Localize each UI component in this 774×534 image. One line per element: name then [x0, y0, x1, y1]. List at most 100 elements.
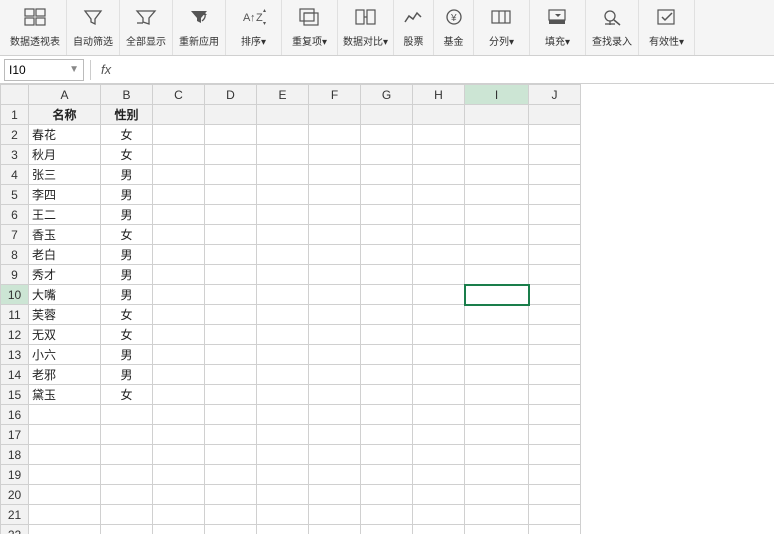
cell-E17[interactable] — [257, 425, 309, 445]
cell-A17[interactable] — [29, 425, 101, 445]
row-number-3[interactable]: 3 — [1, 145, 29, 165]
cell-H6[interactable] — [413, 205, 465, 225]
row-number-19[interactable]: 19 — [1, 465, 29, 485]
row-number-7[interactable]: 7 — [1, 225, 29, 245]
cell-E8[interactable] — [257, 245, 309, 265]
cell-A7[interactable]: 香玉 — [29, 225, 101, 245]
cell-E2[interactable] — [257, 125, 309, 145]
cell-B22[interactable] — [101, 525, 153, 534]
row-number-22[interactable]: 22 — [1, 525, 29, 534]
cell-I15[interactable] — [465, 385, 529, 405]
cell-G1[interactable] — [361, 105, 413, 125]
cell-C19[interactable] — [153, 465, 205, 485]
cell-J5[interactable] — [529, 185, 581, 205]
cell-C5[interactable] — [153, 185, 205, 205]
cell-C16[interactable] — [153, 405, 205, 425]
cell-H12[interactable] — [413, 325, 465, 345]
cell-F5[interactable] — [309, 185, 361, 205]
cell-J16[interactable] — [529, 405, 581, 425]
cell-B14[interactable]: 男 — [101, 365, 153, 385]
cell-A1[interactable]: 名称 — [29, 105, 101, 125]
cell-D14[interactable] — [205, 365, 257, 385]
cell-B2[interactable]: 女 — [101, 125, 153, 145]
toolbar-auto-filter[interactable]: 自动筛选 — [67, 0, 120, 55]
cell-C4[interactable] — [153, 165, 205, 185]
cell-H8[interactable] — [413, 245, 465, 265]
cell-J7[interactable] — [529, 225, 581, 245]
col-header-h[interactable]: H — [413, 85, 465, 105]
cell-J11[interactable] — [529, 305, 581, 325]
cell-E9[interactable] — [257, 265, 309, 285]
cell-B1[interactable]: 性别 — [101, 105, 153, 125]
cell-D17[interactable] — [205, 425, 257, 445]
cell-E4[interactable] — [257, 165, 309, 185]
cell-G15[interactable] — [361, 385, 413, 405]
cell-J15[interactable] — [529, 385, 581, 405]
cell-F17[interactable] — [309, 425, 361, 445]
cell-B6[interactable]: 男 — [101, 205, 153, 225]
cell-G12[interactable] — [361, 325, 413, 345]
col-header-c[interactable]: C — [153, 85, 205, 105]
cell-G16[interactable] — [361, 405, 413, 425]
cell-F16[interactable] — [309, 405, 361, 425]
toolbar-reapply[interactable]: 重新应用 — [173, 0, 226, 55]
cell-ref-dropdown-icon[interactable]: ▼ — [69, 64, 79, 75]
cell-D10[interactable] — [205, 285, 257, 305]
cell-G9[interactable] — [361, 265, 413, 285]
row-number-6[interactable]: 6 — [1, 205, 29, 225]
cell-B13[interactable]: 男 — [101, 345, 153, 365]
col-header-e[interactable]: E — [257, 85, 309, 105]
cell-G17[interactable] — [361, 425, 413, 445]
cell-C15[interactable] — [153, 385, 205, 405]
cell-H4[interactable] — [413, 165, 465, 185]
col-header-g[interactable]: G — [361, 85, 413, 105]
row-number-18[interactable]: 18 — [1, 445, 29, 465]
cell-B17[interactable] — [101, 425, 153, 445]
cell-E14[interactable] — [257, 365, 309, 385]
cell-B11[interactable]: 女 — [101, 305, 153, 325]
toolbar-split-col[interactable]: 分列▾ — [474, 0, 530, 55]
toolbar-duplicate[interactable]: 重复项▾ — [282, 0, 338, 55]
row-number-8[interactable]: 8 — [1, 245, 29, 265]
cell-F7[interactable] — [309, 225, 361, 245]
row-number-4[interactable]: 4 — [1, 165, 29, 185]
cell-C13[interactable] — [153, 345, 205, 365]
cell-C18[interactable] — [153, 445, 205, 465]
row-number-2[interactable]: 2 — [1, 125, 29, 145]
cell-I18[interactable] — [465, 445, 529, 465]
cell-C1[interactable] — [153, 105, 205, 125]
cell-F14[interactable] — [309, 365, 361, 385]
cell-D11[interactable] — [205, 305, 257, 325]
cell-C7[interactable] — [153, 225, 205, 245]
cell-J19[interactable] — [529, 465, 581, 485]
cell-E22[interactable] — [257, 525, 309, 534]
cell-D19[interactable] — [205, 465, 257, 485]
cell-B19[interactable] — [101, 465, 153, 485]
cell-F4[interactable] — [309, 165, 361, 185]
cell-J22[interactable] — [529, 525, 581, 534]
cell-G22[interactable] — [361, 525, 413, 534]
cell-B15[interactable]: 女 — [101, 385, 153, 405]
cell-I10[interactable] — [465, 285, 529, 305]
cell-J17[interactable] — [529, 425, 581, 445]
cell-J1[interactable] — [529, 105, 581, 125]
cell-B5[interactable]: 男 — [101, 185, 153, 205]
cell-E6[interactable] — [257, 205, 309, 225]
toolbar-data-compare[interactable]: 数据对比▾ — [338, 0, 394, 55]
cell-I8[interactable] — [465, 245, 529, 265]
cell-G11[interactable] — [361, 305, 413, 325]
cell-F13[interactable] — [309, 345, 361, 365]
cell-D20[interactable] — [205, 485, 257, 505]
col-header-d[interactable]: D — [205, 85, 257, 105]
cell-C9[interactable] — [153, 265, 205, 285]
cell-H9[interactable] — [413, 265, 465, 285]
cell-J14[interactable] — [529, 365, 581, 385]
cell-C17[interactable] — [153, 425, 205, 445]
cell-E15[interactable] — [257, 385, 309, 405]
cell-A22[interactable] — [29, 525, 101, 534]
cell-F10[interactable] — [309, 285, 361, 305]
cell-B10[interactable]: 男 — [101, 285, 153, 305]
cell-D1[interactable] — [205, 105, 257, 125]
cell-B18[interactable] — [101, 445, 153, 465]
cell-J21[interactable] — [529, 505, 581, 525]
